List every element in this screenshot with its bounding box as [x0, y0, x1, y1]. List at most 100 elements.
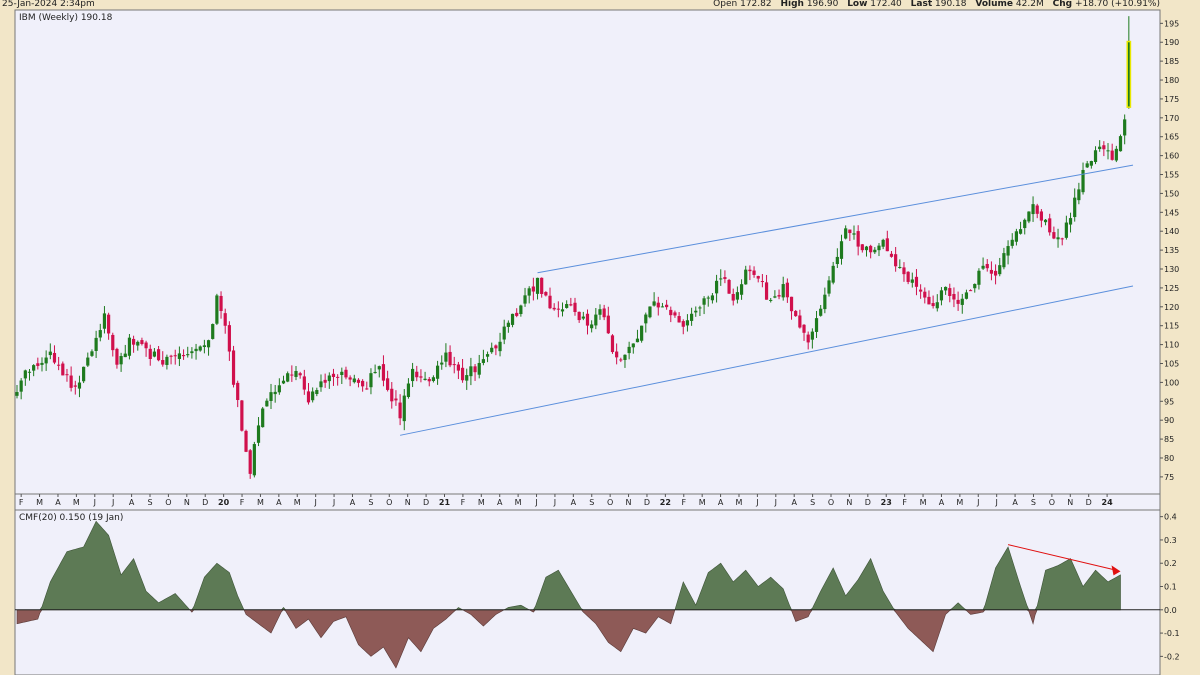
candle-body	[448, 351, 452, 366]
x-tick-label: A	[129, 498, 135, 507]
candle-body	[277, 385, 281, 393]
candle-body	[1068, 218, 1073, 225]
candle-body	[298, 373, 302, 376]
x-tick-label: S	[589, 498, 594, 507]
candle-body	[889, 253, 894, 257]
candle-body	[656, 302, 660, 308]
x-tick-label: M	[257, 498, 264, 507]
candle-body	[1098, 146, 1102, 150]
candle-body	[252, 444, 256, 476]
candle-body	[648, 306, 652, 318]
candle-body	[1006, 246, 1010, 256]
candle-body	[419, 376, 423, 378]
cmf-tick-label: 0.0	[1164, 606, 1177, 615]
candle-body	[864, 246, 869, 251]
x-tick-label: F	[461, 498, 466, 507]
candle-body	[485, 354, 490, 357]
price-tick-label: 160	[1164, 152, 1179, 161]
candle-body	[198, 346, 202, 351]
candle-body	[973, 283, 977, 289]
candle-body	[810, 331, 814, 340]
candle-body	[606, 315, 610, 334]
x-tick-label: N	[405, 498, 411, 507]
candle-body	[552, 307, 556, 310]
candle-body	[694, 310, 698, 313]
candle-body	[465, 375, 469, 381]
candle-body	[860, 244, 864, 251]
candle-body	[169, 355, 173, 357]
x-tick-label: M	[736, 498, 743, 507]
x-tick-label: J	[755, 498, 758, 507]
candle-body	[82, 366, 86, 382]
x-tick-label: A	[791, 498, 797, 507]
candle-body	[94, 337, 98, 351]
candle-body	[1056, 237, 1060, 240]
candle-body	[336, 376, 340, 378]
candle-body	[1043, 219, 1048, 223]
candle-body	[48, 351, 52, 356]
candle-body	[44, 357, 48, 364]
candle-body	[615, 351, 619, 358]
price-tick-label: 165	[1164, 133, 1179, 142]
x-tick-label: M	[478, 498, 485, 507]
x-tick-label: S	[810, 498, 815, 507]
candle-body	[1031, 204, 1035, 215]
candle-body	[281, 380, 286, 384]
x-tick-label: O	[386, 498, 392, 507]
candle-body	[594, 314, 598, 326]
candle-body	[644, 314, 648, 324]
candle-body	[361, 380, 365, 387]
candle-body	[148, 348, 152, 360]
x-tick-label: 20	[218, 498, 230, 507]
price-tick-label: 175	[1164, 95, 1179, 104]
candle-body	[510, 313, 515, 325]
cmf-tick-label: 0.1	[1164, 583, 1177, 592]
candle-body	[415, 371, 419, 378]
candle-body	[306, 391, 311, 403]
candle-body	[844, 228, 848, 239]
x-tick-label: M	[920, 498, 927, 507]
x-tick-label: 24	[1102, 498, 1114, 507]
candle-body	[227, 325, 231, 352]
candle-body	[673, 312, 677, 316]
candle-body	[914, 276, 919, 287]
candle-body	[831, 265, 835, 283]
candle-body	[527, 288, 531, 296]
x-tick-label: D	[1086, 498, 1092, 507]
x-tick-label: A	[939, 498, 945, 507]
candle-body	[144, 342, 148, 349]
candle-body	[744, 269, 748, 285]
x-tick-label: M	[294, 498, 301, 507]
candle-body	[964, 292, 969, 299]
price-chart: 75 80 85 90 95 100 105 110 115 120 125 130 135 140 145…	[14, 9, 1180, 675]
candle-body	[77, 382, 82, 389]
candle-body	[444, 352, 448, 362]
candle-body	[1064, 222, 1068, 238]
candle-body	[806, 334, 810, 343]
candle-body	[565, 304, 569, 308]
candle-body	[231, 350, 236, 385]
candle-body	[577, 311, 581, 321]
candle-body	[968, 290, 973, 292]
candle-body	[1077, 189, 1081, 201]
candle-body	[948, 288, 952, 296]
candle-body	[373, 371, 377, 374]
cmf-y-axis: -0.2 -0.1 0.0 0.1 0.2 0.3 0.4	[1160, 513, 1180, 661]
candle-body	[569, 304, 573, 306]
candle-body	[789, 296, 794, 312]
candle-body	[340, 371, 344, 375]
candle-body	[398, 402, 402, 419]
candle-body	[86, 357, 90, 366]
x-tick-label: J	[534, 498, 537, 507]
candle-body	[602, 308, 606, 318]
price-tick-label: 90	[1164, 416, 1174, 425]
x-tick-label: J	[994, 498, 997, 507]
candle-body	[319, 381, 323, 388]
candle-body	[956, 299, 960, 304]
candle-body	[32, 365, 36, 371]
candle-body	[906, 271, 910, 282]
candle-body	[706, 297, 710, 299]
candle-body	[194, 348, 198, 352]
candle-body	[739, 284, 744, 295]
price-tick-label: 125	[1164, 284, 1179, 293]
